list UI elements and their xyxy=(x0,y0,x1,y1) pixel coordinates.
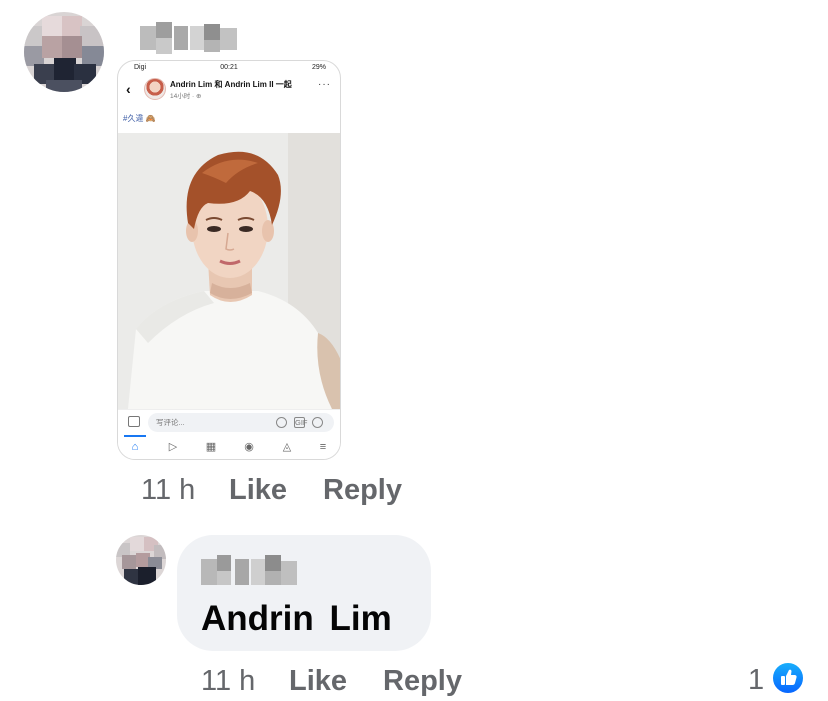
reply-text: Andrin Lim xyxy=(201,599,392,638)
comment-like-button[interactable]: Like xyxy=(229,473,287,507)
poster-line: Andrin Lim 和 Andrin Lim II 一起 xyxy=(170,80,292,89)
post-photo xyxy=(118,133,340,409)
status-bar: Digi 00:21 29% xyxy=(118,61,340,75)
home-icon: ⌂ xyxy=(131,441,139,453)
bell-icon: ◬ xyxy=(282,441,292,453)
active-tab-indicator xyxy=(124,435,146,437)
thumbs-up-icon[interactable] xyxy=(771,661,805,695)
camera-icon xyxy=(128,416,140,427)
chevron-left-icon: ‹ xyxy=(126,81,131,97)
sticker-icon xyxy=(276,417,287,428)
reply-avatar[interactable] xyxy=(116,535,166,585)
video-icon: ▷ xyxy=(168,441,178,453)
comment-reply-button[interactable]: Reply xyxy=(323,473,402,507)
bottom-nav: ⌂ ▷ ▦ ◉ ◬ ≡ xyxy=(118,435,340,459)
reply-like-button[interactable]: Like xyxy=(289,664,347,698)
marketplace-icon: ▦ xyxy=(205,441,217,453)
comment-placeholder: 写评论... xyxy=(156,418,185,427)
emoji-icon xyxy=(312,417,323,428)
thumbs-up-glyph xyxy=(781,669,797,685)
commenter-avatar[interactable] xyxy=(24,12,104,92)
poster-avatar xyxy=(144,78,166,100)
battery-label: 29% xyxy=(311,64,326,71)
comment-time[interactable]: 11 h xyxy=(141,473,195,507)
post-time: 14小时 · ⊕ xyxy=(170,93,202,100)
comment-input: 写评论... GIF xyxy=(148,413,334,432)
gif-icon: GIF xyxy=(294,417,308,428)
attached-screenshot[interactable]: Digi 00:21 29% ‹ Andrin Lim 和 Andrin Lim… xyxy=(117,60,341,460)
groups-icon: ◉ xyxy=(244,441,254,453)
portrait-illustration xyxy=(118,133,340,409)
menu-icon: ≡ xyxy=(319,441,327,453)
more-dots-icon: ··· xyxy=(318,79,331,90)
reaction-count[interactable]: 1 xyxy=(748,664,764,697)
commenter-name[interactable] xyxy=(140,22,237,54)
reply-author-name[interactable] xyxy=(201,553,297,587)
reply-reply-button[interactable]: Reply xyxy=(383,664,462,698)
post-header: ‹ Andrin Lim 和 Andrin Lim II 一起 14小时 · ⊕… xyxy=(118,75,340,107)
comment-composer: 写评论... GIF xyxy=(118,409,340,435)
reply-time[interactable]: 11 h xyxy=(201,664,255,698)
post-hashtag: #久違 🙈 xyxy=(123,114,156,123)
status-time: 00:21 xyxy=(220,64,238,71)
